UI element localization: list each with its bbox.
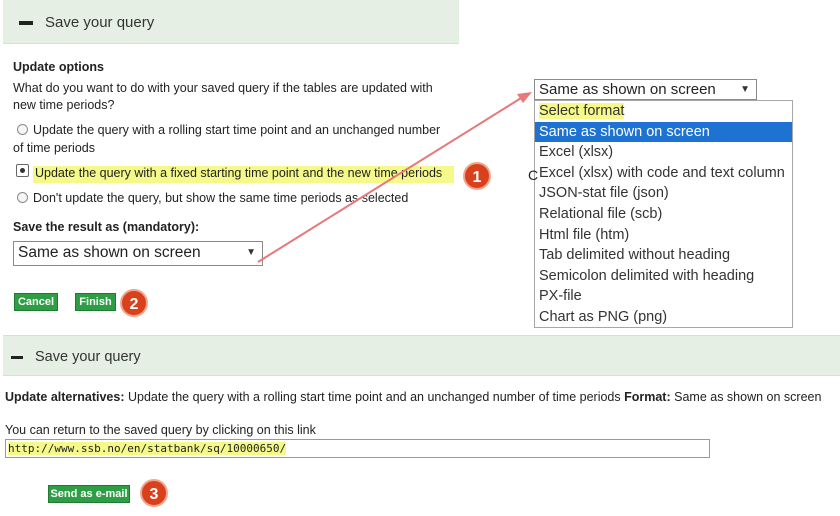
format-option[interactable]: Semicolon delimited with heading	[535, 266, 792, 287]
format-option[interactable]: Chart as PNG (png)	[535, 307, 792, 327]
update-alternatives-label: Update alternatives:	[5, 390, 125, 404]
format-select-value: Same as shown on screen	[539, 81, 716, 98]
stray-character: C	[528, 167, 539, 183]
return-text: You can return to the saved query by cli…	[5, 423, 316, 437]
radio-rolling-start[interactable]	[17, 124, 28, 135]
save-as-label: Save the result as (mandatory):	[13, 220, 200, 234]
format-option[interactable]: JSON-stat file (json)	[535, 183, 792, 204]
format-option[interactable]: Tab delimited without heading	[535, 245, 792, 266]
format-option[interactable]: Relational file (scb)	[535, 204, 792, 225]
question-line-2: new time periods?	[13, 98, 115, 112]
format-option[interactable]: Same as shown on screen	[535, 121, 792, 143]
bottom-panel-title: Save your query	[35, 349, 141, 365]
query-url: http://www.ssb.no/en/statbank/sq/1000065…	[8, 442, 287, 455]
update-alternatives-line: Update alternatives: Update the query wi…	[5, 390, 821, 404]
top-panel-title: Save your query	[45, 14, 155, 31]
update-options-heading: Update options	[13, 60, 104, 74]
step-badge-1: 1	[463, 162, 491, 190]
arrow-head	[517, 92, 532, 103]
collapse-icon[interactable]	[19, 21, 33, 25]
dropdown-arrow-icon: ▼	[740, 84, 750, 95]
format-value: Same as shown on screen	[674, 390, 822, 404]
save-as-select-value: Same as shown on screen	[18, 244, 201, 261]
step-badge-2: 2	[120, 289, 148, 317]
save-as-select[interactable]: Same as shown on screen ▼	[13, 241, 263, 266]
send-email-button[interactable]: Send as e-mail	[48, 485, 130, 503]
format-option[interactable]: Html file (htm)	[535, 225, 792, 246]
cancel-button[interactable]: Cancel	[14, 293, 58, 311]
option-rolling-start-line2: of time periods	[13, 141, 95, 155]
format-label: Format:	[624, 390, 671, 404]
format-option[interactable]: PX-file	[535, 286, 792, 307]
format-option[interactable]: Select format	[535, 101, 792, 122]
finish-button[interactable]: Finish	[75, 293, 116, 311]
format-options-list[interactable]: Select format Same as shown on screen Ex…	[534, 100, 793, 328]
radio-fixed-start[interactable]	[16, 164, 29, 177]
step-badge-3: 3	[140, 479, 168, 507]
format-select[interactable]: Same as shown on screen ▼	[534, 79, 757, 100]
query-url-field[interactable]: http://www.ssb.no/en/statbank/sq/1000065…	[5, 439, 710, 458]
radio-no-update[interactable]	[17, 192, 28, 203]
question-line-1: What do you want to do with your saved q…	[13, 81, 433, 95]
update-alternatives-value: Update the query with a rolling start ti…	[127, 390, 621, 404]
bottom-panel-header[interactable]: Save your query	[3, 335, 840, 376]
option-no-update: Don't update the query, but show the sam…	[33, 191, 409, 205]
top-panel-header[interactable]: Save your query	[3, 0, 459, 44]
collapse-icon[interactable]	[11, 356, 23, 359]
option-rolling-start-line1: Update the query with a rolling start ti…	[33, 123, 441, 137]
format-option[interactable]: Excel (xlsx) with code and text column	[535, 163, 792, 184]
format-option[interactable]: Excel (xlsx)	[535, 142, 792, 163]
dropdown-arrow-icon: ▼	[246, 247, 256, 258]
option-fixed-start: Update the query with a fixed starting t…	[33, 166, 454, 183]
